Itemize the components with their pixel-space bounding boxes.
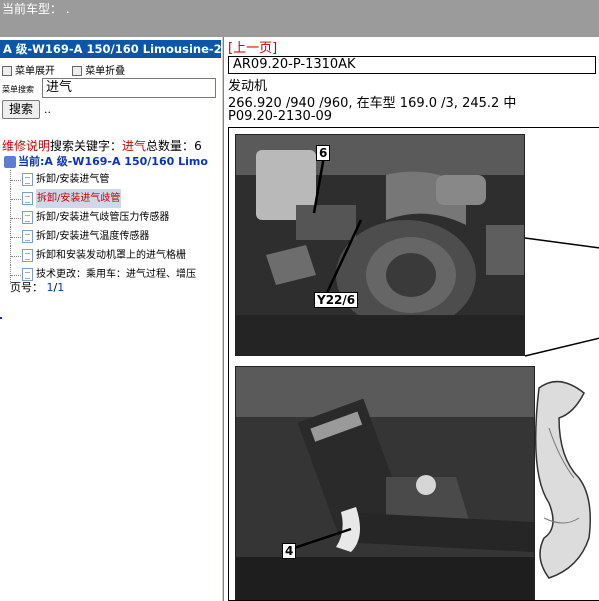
document-icon — [22, 173, 33, 186]
left-panel: A 级-W169-A 150/160 Limousine-2669 菜单展开 菜… — [0, 37, 221, 601]
search-summary: 维修说明搜索关键字：进气总数量：6 — [2, 139, 202, 153]
search-input[interactable]: 进气 — [42, 78, 216, 98]
current-node[interactable]: 当前:A 级-W169-A 150/160 Limo — [4, 153, 208, 169]
page-total[interactable]: 1 — [57, 281, 64, 294]
computer-icon — [4, 156, 16, 168]
figure-id: P09.20-2130-09 — [228, 109, 333, 124]
expand-icon — [2, 66, 12, 76]
search-label: 菜单搜索 — [2, 85, 34, 94]
document-icon — [22, 192, 33, 205]
model-bar[interactable]: A 级-W169-A 150/160 Limousine-2669 — [0, 40, 221, 58]
menu-controls: 菜单展开 菜单折叠 — [2, 62, 139, 77]
page-current[interactable]: 1 — [47, 281, 54, 294]
small-link-dot — [0, 317, 2, 319]
pager: 页号： 1/1 — [10, 281, 65, 294]
document-icon — [22, 230, 33, 243]
leader-lines — [524, 237, 599, 357]
figure: 6 Y22/6 4 — [228, 127, 599, 601]
search-button[interactable]: 搜索 — [2, 100, 40, 119]
search-trailing-text: .. — [44, 103, 51, 116]
menu-expand-button[interactable]: 菜单展开 — [2, 66, 55, 77]
top-bar: 当前车型： . — [0, 0, 599, 37]
document-id: AR09.20-P-1310AK — [228, 56, 596, 74]
document-icon — [22, 249, 33, 262]
collapse-icon — [72, 66, 83, 76]
current-model-label: 当前车型： . — [2, 2, 70, 16]
menu-collapse-button[interactable]: 菜单折叠 — [72, 66, 125, 77]
prev-page-link[interactable]: [上一页] — [228, 37, 277, 56]
right-panel: [上一页] AR09.20-P-1310AK 发动机 266.920 /940 … — [224, 37, 599, 601]
document-icon — [22, 211, 33, 224]
